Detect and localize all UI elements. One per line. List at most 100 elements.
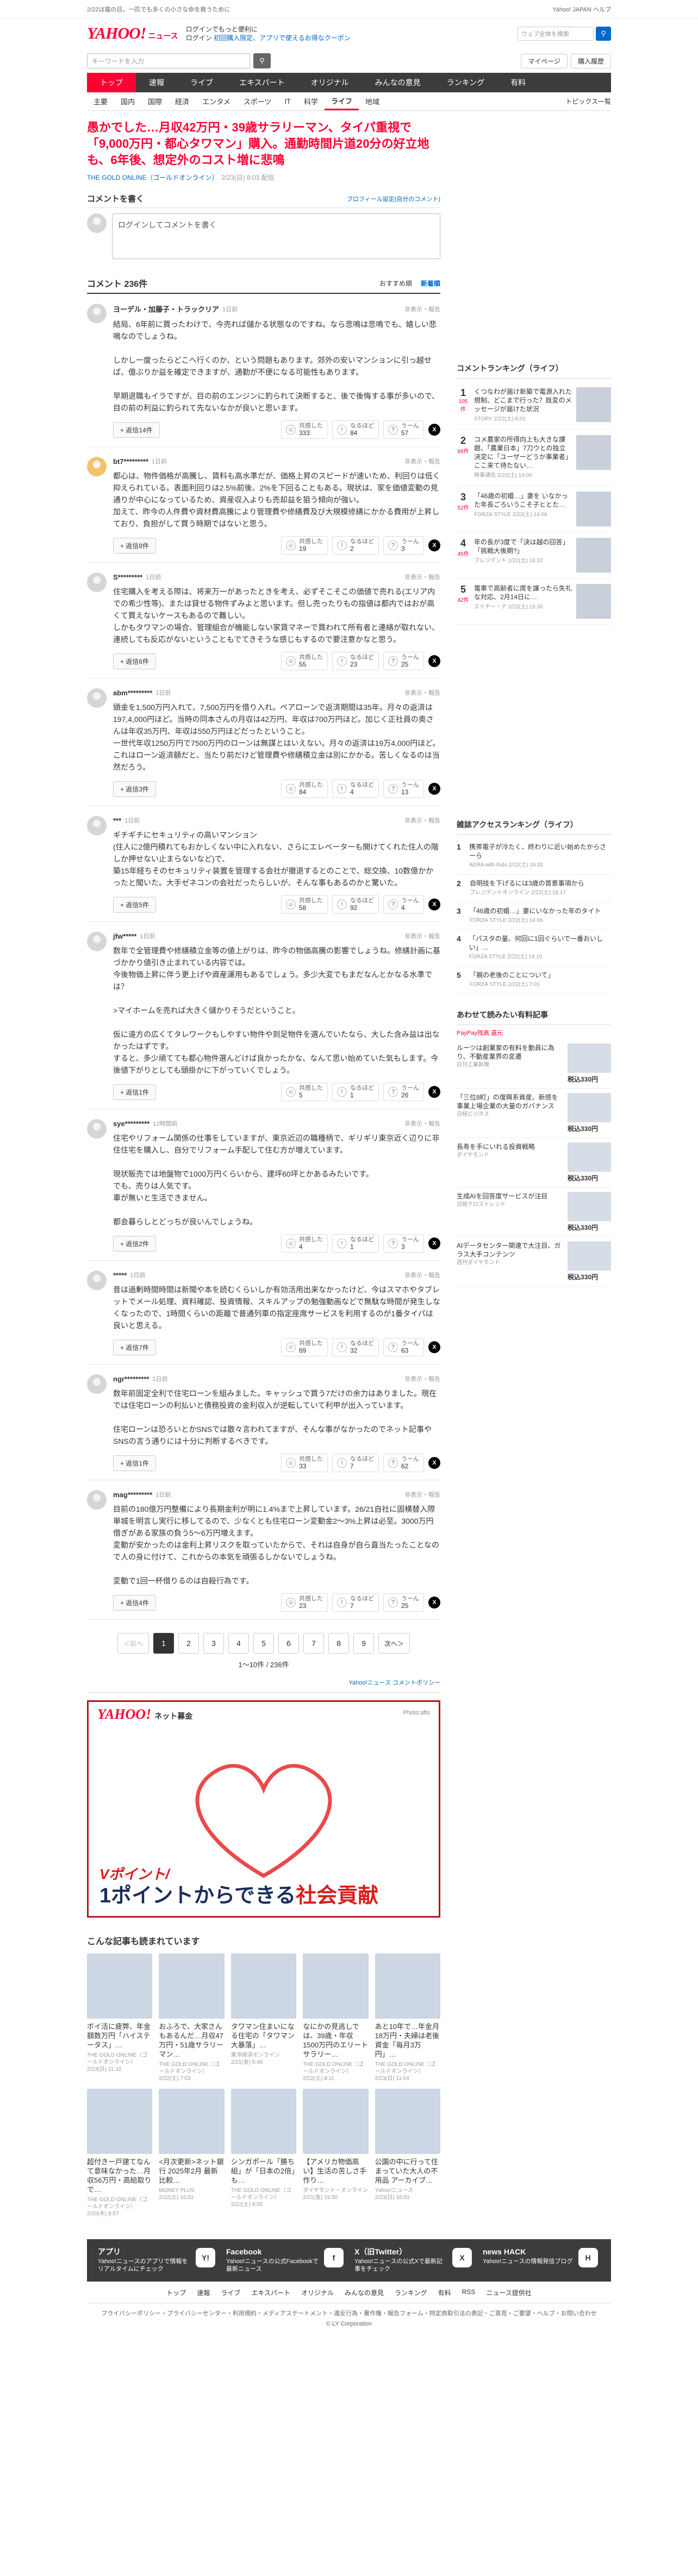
paid-article-item[interactable]: AIデータセンター関連で大注目、ガラス大手コンテンツ 週刊ダイヤモンド 税込330円 [457,1237,611,1286]
comment-policy-link[interactable]: Yahoo!ニュース コメントポリシー [348,1680,440,1686]
gnav-item[interactable]: みんなの意見 [362,73,434,92]
footer-nav-item[interactable]: ランキング [395,2288,427,2297]
footer-nav-item[interactable]: RSS [462,2288,476,2297]
gnav-item[interactable]: 有料 [497,73,539,92]
reaction-button[interactable]: ? うーん 57 [383,420,424,439]
advertisement-banner[interactable]: YAHOO! ネット募金 Photo:aflo Vポイント/ 1ポイントからできる… [87,1700,440,1918]
reaction-button[interactable]: ! なるほど 7 [332,1593,379,1612]
x-share-icon[interactable]: X [428,1341,440,1353]
related-article-card[interactable]: <月次更新>ネット銀行 2025年2月 最新比較… MONEY PLUS 2/22(… [159,2089,225,2217]
reaction-button[interactable]: ☺ 共感した 23 [281,1593,328,1612]
paid-article-item[interactable]: 「三位8町」の復興系資産、新感を事業上場企業の大量のガバナンス 日経ビジネス 税込3… [457,1089,611,1138]
related-article-card[interactable]: 【アメリカ物価高い】生活の苦しさ手作り… ダイヤモンド・オンライン 2/21(金) … [303,2089,369,2217]
footer-app-link[interactable]: アプリ Yahoo!ニュースのアプリで情報をリアルタイムにチェック Y! [98,2248,215,2273]
ranking-item[interactable]: 1 105件 くつなわが届け新築で電源入れた規制、どこまで行った？既変のメッセージが… [457,382,611,430]
report-link[interactable]: 非表示・報告 [404,1119,440,1128]
reply-button[interactable]: + 返信3件 [113,781,157,797]
reaction-button[interactable]: ! なるほど 23 [332,652,379,670]
reaction-button[interactable]: ? うーん 3 [383,1234,424,1253]
x-share-icon[interactable]: X [428,424,440,436]
footer-nav-item[interactable]: エキスパート [251,2288,290,2297]
comment-author[interactable]: jfw***** [113,932,136,940]
report-link[interactable]: 非表示・報告 [404,932,440,940]
comment-input[interactable]: ログインしてコメントを書く [112,213,440,259]
reaction-button[interactable]: ? うーん 13 [383,780,424,798]
x-share-icon[interactable]: X [428,899,440,910]
report-link[interactable]: 非表示・報告 [404,688,440,697]
keyword-input[interactable]: キーワードを入力 [87,53,250,68]
page-button[interactable]: 9 [353,1633,374,1654]
page-button[interactable]: 2 [178,1633,199,1654]
reaction-button[interactable]: ☺ 共感した 58 [281,895,328,914]
related-article-card[interactable]: おふろで、大家さんもあるんだ…月収47万円・51歳サラリーマン… THE GOLD… [159,1953,225,2082]
x-share-icon[interactable]: X [428,783,440,795]
page-button[interactable]: 5 [253,1633,274,1654]
reaction-button[interactable]: ☺ 共感した 5 [281,1083,328,1101]
comment-author[interactable]: mag********* [113,1491,152,1499]
reaction-button[interactable]: ☺ 共感した 84 [281,780,328,798]
article-title[interactable]: 愚かでした…月収42万円・39歳サラリーマン、タイパ重視で「9,000万円・都心… [87,120,440,168]
prev-page-button[interactable]: ＜前へ [117,1633,149,1654]
reaction-button[interactable]: ! なるほど 32 [332,1338,379,1356]
footer-nav-item[interactable]: みんなの意見 [345,2288,384,2297]
reaction-button[interactable]: ☺ 共感した 19 [281,536,328,555]
reaction-button[interactable]: ? うーん 4 [383,895,424,914]
top-promo[interactable]: 2/22は猫の日。一匹でも多くの小さな命を救うために [87,5,230,14]
gnav-item[interactable]: エキスパート [226,73,298,92]
report-link[interactable]: 非表示・報告 [404,305,440,313]
gnav-item[interactable]: オリジナル [298,73,362,92]
page-button[interactable]: 4 [228,1633,249,1654]
related-article-card[interactable]: ボイ活に疲弊、年金額数万円「ハイステータス」… THE GOLD ONLINE（ゴ… [87,1953,153,2082]
snav-item[interactable]: 経済 [169,92,196,110]
comment-author[interactable]: ngr********* [113,1375,149,1383]
topics-list-link[interactable]: トピックス一覧 [565,97,611,106]
snav-item-life[interactable]: ライフ [325,92,359,110]
search-button[interactable]: ⚲ [253,53,271,68]
ranking-item[interactable]: 5 42件 電車で高齢者に席を譲ったら失礼な対応、2月14日に… エイチー・ナ 2/2… [457,579,611,625]
x-share-icon[interactable]: X [428,1597,440,1609]
snav-item[interactable]: IT [278,92,297,110]
search-icon[interactable]: ⚲ [596,27,611,41]
snav-item[interactable]: 国際 [141,92,169,110]
page-button[interactable]: 1 [153,1633,174,1654]
reaction-button[interactable]: ! なるほど 4 [332,780,379,798]
page-button[interactable]: 6 [278,1633,299,1654]
reaction-button[interactable]: ? うーん 25 [383,1593,424,1612]
gnav-item[interactable]: 速報 [136,73,177,92]
snav-item[interactable]: 国内 [114,92,141,110]
report-link[interactable]: 非表示・報告 [404,1374,440,1383]
header-search-input[interactable]: ウェブ全体を検索 [518,27,594,41]
footer-app-link[interactable]: X（旧Twitter） Yahoo!ニュースの公式Xで最新記事をチェック X [354,2248,472,2273]
reaction-button[interactable]: ? うーん 63 [383,1338,424,1356]
logo[interactable]: YAHOO! ニュース [87,24,178,43]
snav-item[interactable]: 主要 [87,92,114,110]
snav-item[interactable]: 地域 [359,92,386,110]
ranking-item[interactable]: 4 45件 年の長が3度で「決は越の回答」「挑戦大後期?」 プレジデント 2/22(土… [457,532,611,579]
reaction-button[interactable]: ! なるほど 1 [332,1083,379,1101]
footer-nav-item[interactable]: オリジナル [301,2288,334,2297]
reply-button[interactable]: + 返信8件 [113,537,157,554]
footer-nav-item[interactable]: 速報 [197,2288,210,2297]
footer-nav-item[interactable]: トップ [166,2288,186,2297]
access-ranking-item[interactable]: 3 「46歳の初婚…」妻にいなかった年のタイト FORZA STYLE 2/22(土… [457,902,611,930]
reaction-button[interactable]: ☺ 共感した 33 [281,1454,328,1472]
page-button[interactable]: 8 [328,1633,349,1654]
report-link[interactable]: 非表示・報告 [404,816,440,825]
reply-button[interactable]: + 返信2件 [113,1235,157,1252]
snav-item[interactable]: スポーツ [237,92,278,110]
footer-nav-item[interactable]: ニュース提供社 [486,2288,531,2297]
gnav-item[interactable]: ランキング [434,73,498,92]
report-link[interactable]: 非表示・報告 [404,1490,440,1499]
reaction-button[interactable]: ! なるほど 7 [332,1454,379,1472]
report-link[interactable]: 非表示・報告 [404,457,440,466]
footer-app-link[interactable]: news HACK Yahoo!ニュースの情報発信ブログ H [483,2248,600,2273]
reaction-button[interactable]: ! なるほど 2 [332,536,379,555]
reply-button[interactable]: + 返信14件 [113,422,160,438]
comment-author[interactable]: abm********* [113,689,152,697]
related-article-card[interactable]: シンガポール「勝ち組」が「日本の2倍」も… THE GOLD ONLINE（ゴール… [230,2089,297,2217]
page-button[interactable]: 3 [203,1633,224,1654]
reaction-button[interactable]: ? うーん 25 [383,652,424,670]
gnav-item[interactable]: ライブ [177,73,226,92]
related-article-card[interactable]: 公園の中に行って住まっていた大人の不用品 アーカイブ… Yahoo!ニュース 2/2… [375,2089,440,2217]
paid-article-item[interactable]: 長寿を手にいれる投資戦略 ダイヤモンド 税込330円 [457,1138,611,1188]
